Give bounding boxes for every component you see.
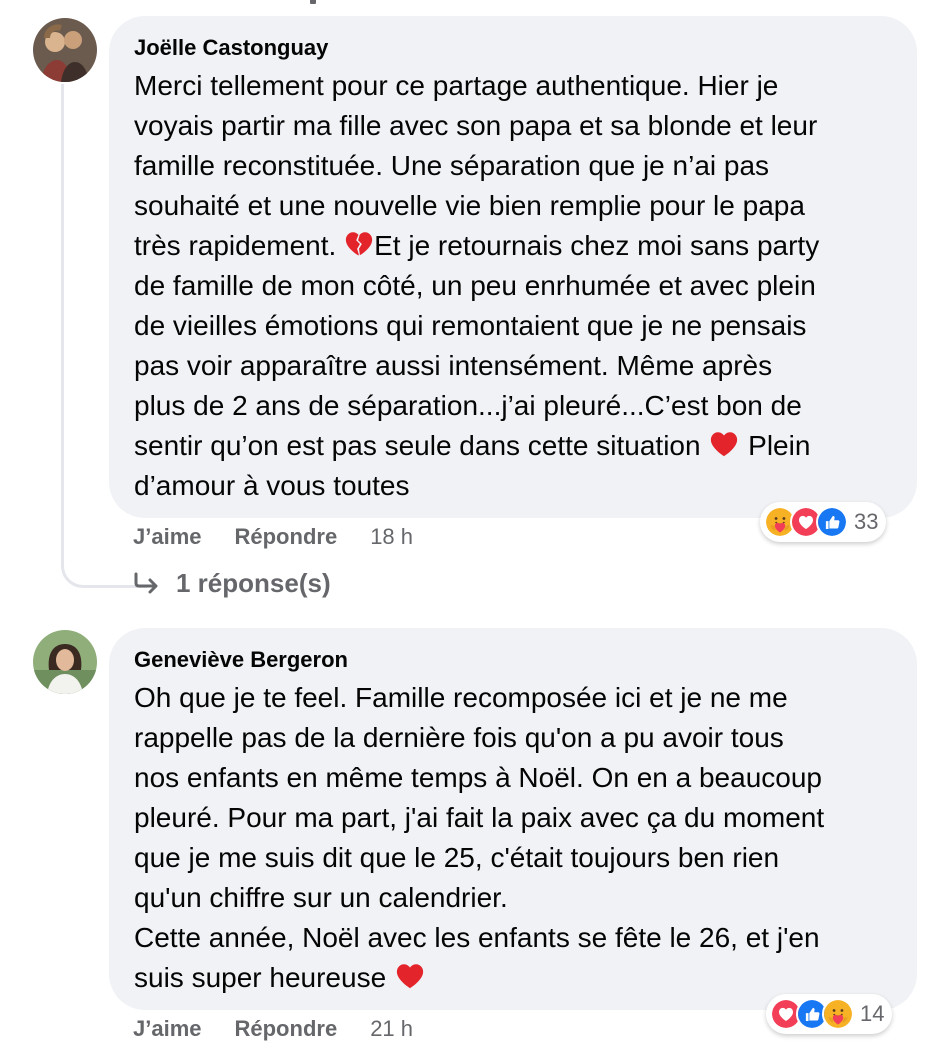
reply-button[interactable]: Répondre <box>235 524 338 550</box>
comment-text: Merci tellement pour ce partage authenti… <box>134 66 891 506</box>
comment-line: sentir qu’on est pas seule dans cette si… <box>134 429 811 461</box>
broken-heart-icon <box>344 229 374 259</box>
avatar-photo <box>33 630 97 694</box>
red-heart-icon <box>394 961 426 991</box>
reaction-count: 14 <box>860 1001 885 1026</box>
reply-button[interactable]: Répondre <box>235 1016 338 1042</box>
comment-line: pleuré. Pour ma part, j'ai fait la paix … <box>134 802 825 833</box>
like-icon <box>816 506 848 538</box>
like-button[interactable]: J’aime <box>133 524 202 550</box>
view-replies-link[interactable]: 1 réponse(s) <box>132 568 331 599</box>
comment-bubble: Joëlle Castonguay Merci tellement pour c… <box>109 16 917 518</box>
comment-line: pas voir apparaître aussi intensément. M… <box>134 350 773 381</box>
comment-line: que je me suis dit que le 25, c'était to… <box>134 842 780 873</box>
reaction-summary[interactable]: 14 <box>766 994 893 1034</box>
divider-dot <box>310 0 316 4</box>
comment-text: Oh que je te feel. Famille recomposée ic… <box>134 678 891 998</box>
comment-line: de vieilles émotions qui remontaient que… <box>134 310 807 341</box>
comment-line: Oh que je te feel. Famille recomposée ic… <box>134 682 788 713</box>
comment-line: nos enfants en même temps à Noël. On en … <box>134 762 822 793</box>
reaction-summary[interactable]: 33 <box>760 502 887 542</box>
comment-line: Merci tellement pour ce partage authenti… <box>134 70 779 101</box>
comment-bubble: Geneviève Bergeron Oh que je te feel. Fa… <box>109 628 917 1010</box>
comment-line: d’amour à vous toutes <box>134 470 410 501</box>
comment-line: voyais partir ma fille avec son papa et … <box>134 110 818 141</box>
comment-author[interactable]: Joëlle Castonguay <box>134 34 891 62</box>
comment-line: rappelle pas de la dernière fois qu'on a… <box>134 722 784 753</box>
timestamp[interactable]: 21 h <box>370 1016 413 1042</box>
comment-line: qu'un chiffre sur un calendrier. <box>134 882 508 913</box>
like-button[interactable]: J’aime <box>133 1016 202 1042</box>
timestamp[interactable]: 18 h <box>370 524 413 550</box>
avatar[interactable] <box>33 630 97 694</box>
comment-actions: J’aime Répondre 21 h <box>133 1016 413 1042</box>
comment-line: souhaité et une nouvelle vie bien rempli… <box>134 190 805 221</box>
comment-line: famille reconstituée. Une séparation que… <box>134 150 770 181</box>
comment-actions: J’aime Répondre 18 h <box>133 524 413 550</box>
care-icon <box>822 998 854 1030</box>
red-heart-icon <box>708 429 740 459</box>
comment-line: plus de 2 ans de séparation...j’ai pleur… <box>134 390 802 421</box>
replies-count-label: 1 réponse(s) <box>176 568 331 598</box>
comment-line: de famille de mon côté, un peu enrhumée … <box>134 270 816 301</box>
comment-line: Cette année, Noël avec les enfants se fê… <box>134 922 820 953</box>
comment-line: suis super heureuse <box>134 958 891 998</box>
comment-author[interactable]: Geneviève Bergeron <box>134 646 891 674</box>
avatar[interactable] <box>33 18 97 82</box>
reaction-count: 33 <box>854 509 879 534</box>
comment-line: très rapidement. Et je retournais chez m… <box>134 229 820 261</box>
avatar-photo <box>33 18 97 82</box>
reply-arrow-icon <box>132 572 162 596</box>
